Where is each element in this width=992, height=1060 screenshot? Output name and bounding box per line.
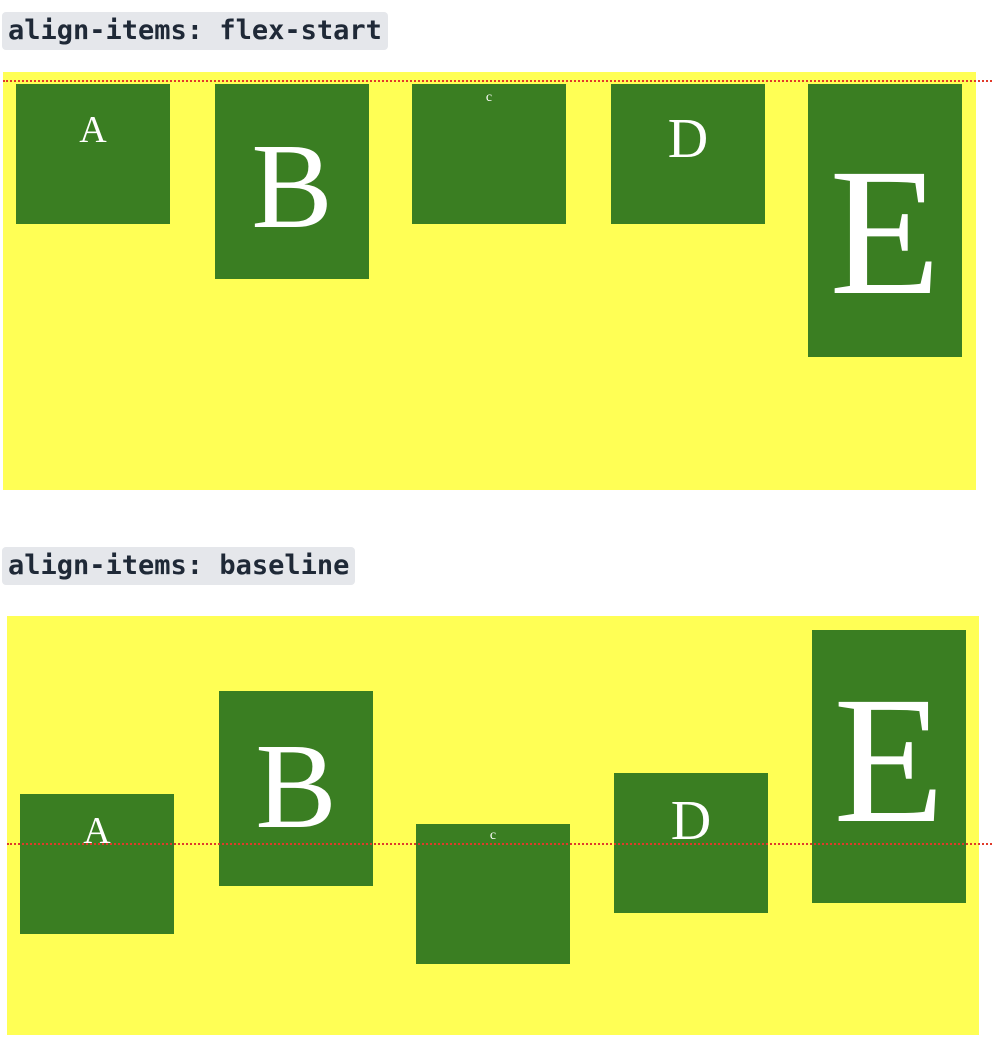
flex-item-d: D <box>611 84 765 224</box>
flex-container-flex-start: A B c D E <box>3 72 976 490</box>
flex-item-a: A <box>20 794 174 934</box>
item-letter: D <box>670 790 712 852</box>
flex-item-c: c <box>412 84 566 224</box>
item-letter: B <box>251 119 333 254</box>
baseline-reference-line <box>7 843 992 845</box>
flex-item-b: B <box>215 84 369 279</box>
flex-item-b: B <box>219 691 373 886</box>
item-letter: A <box>79 109 107 151</box>
item-letter: c <box>489 828 497 843</box>
item-letter: c <box>485 90 493 105</box>
flex-item-e: E <box>808 84 962 357</box>
flex-container-baseline: A B c D E <box>7 616 979 1035</box>
flex-item-e: E <box>812 630 966 903</box>
flex-item-a: A <box>16 84 170 224</box>
reference-line-top <box>3 80 992 82</box>
item-letter: E <box>829 132 941 333</box>
section-label-flex-start: align-items: flex-start <box>2 12 388 50</box>
item-letter: E <box>833 660 945 861</box>
section-label-baseline: align-items: baseline <box>2 547 356 585</box>
item-letter: D <box>667 108 709 170</box>
flex-item-c: c <box>416 824 570 964</box>
item-letter: B <box>255 719 337 854</box>
